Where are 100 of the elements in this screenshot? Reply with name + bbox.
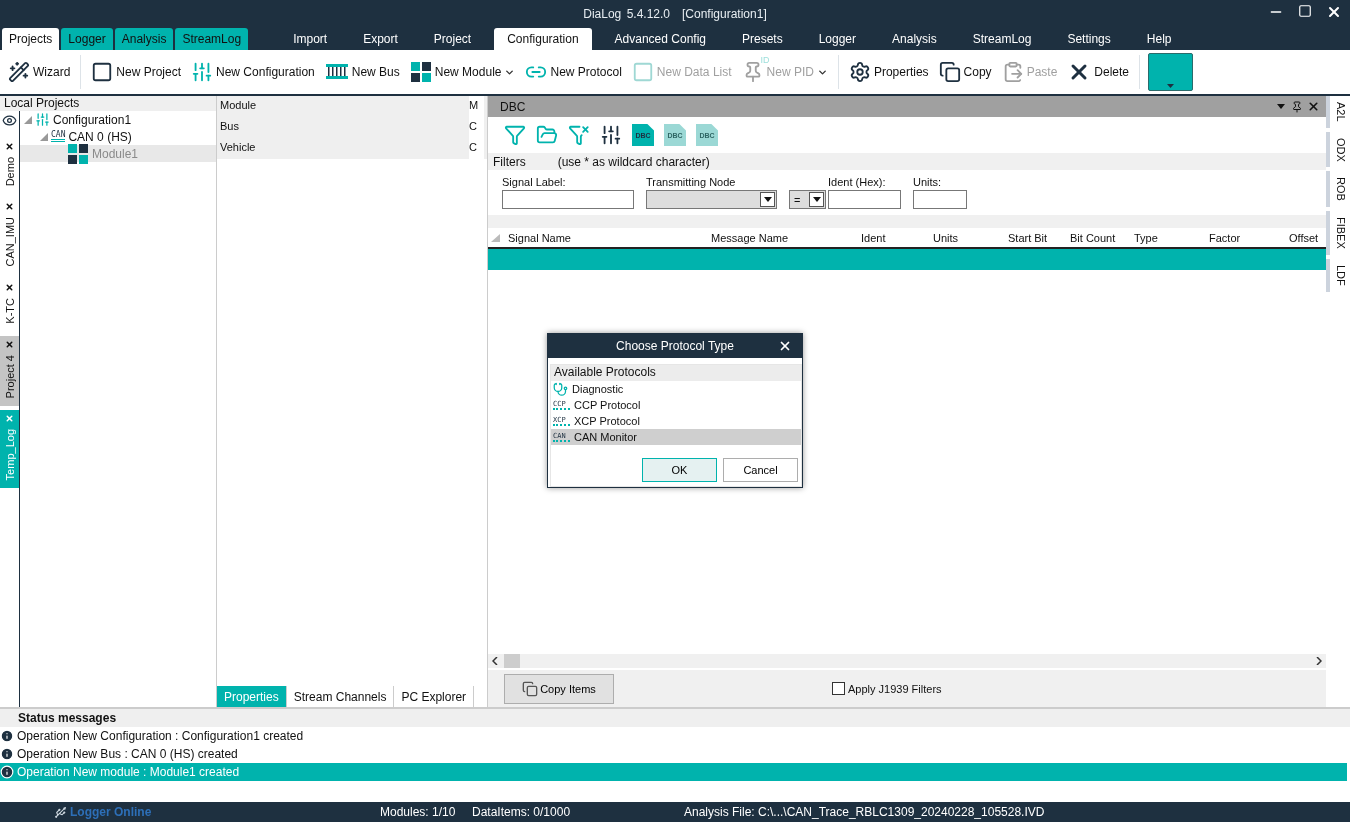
scroll-thumb[interactable]	[504, 654, 520, 668]
close-icon[interactable]	[1307, 100, 1320, 113]
usb-icon	[54, 805, 67, 819]
menu-tab[interactable]: Help	[1133, 28, 1185, 50]
dialog-button[interactable]: Cancel	[723, 458, 798, 482]
status-message[interactable]: Operation New Configuration : Configuration1 created	[0, 727, 1347, 745]
maximize-icon[interactable]	[1298, 4, 1312, 18]
menu-tab[interactable]: Configuration	[494, 28, 592, 50]
tree-item[interactable]: CAN CAN 0 (HS)	[20, 128, 216, 145]
field-label: Ident (Hex):	[828, 176, 887, 188]
filters-label: Filters	[493, 154, 526, 169]
dock-tab[interactable]: ODX	[1326, 131, 1350, 168]
color-button[interactable]	[1148, 53, 1193, 91]
panel-title: Status messages	[0, 709, 1350, 727]
tool-button[interactable]	[600, 124, 622, 146]
dock-tab[interactable]: A2L	[1326, 96, 1350, 128]
data-items-count: DataItems: 0/1000	[472, 805, 572, 819]
side-tab[interactable]: StreamLog	[175, 28, 249, 50]
side-tab[interactable]: Logger	[61, 28, 113, 50]
column-header[interactable]: Type	[1134, 231, 1209, 244]
column-header[interactable]: Signal Name	[508, 231, 711, 244]
property-name: Vehicle	[219, 140, 257, 155]
pin-icon[interactable]	[1291, 100, 1303, 113]
close-icon[interactable]	[5, 142, 14, 151]
menu-tab[interactable]: StreamLog	[959, 28, 1045, 50]
workspace-tab[interactable]: Project 4	[0, 335, 19, 406]
eye-icon[interactable]	[2, 113, 17, 128]
sliders-icon	[600, 124, 622, 146]
id-label: ID	[760, 55, 770, 65]
column-header[interactable]: Factor	[1209, 231, 1289, 244]
workspace-tab[interactable]: Demo	[0, 138, 19, 195]
menu-tab[interactable]: Import	[280, 28, 341, 50]
copy-icon	[522, 680, 539, 697]
toolbar-button[interactable]: New Bus	[322, 61, 402, 83]
gears-icon	[848, 61, 871, 83]
info-icon	[0, 765, 14, 779]
toolbar-button[interactable]: Delete	[1065, 60, 1131, 84]
status-message[interactable]: Operation New Bus : CAN 0 (HS) created	[0, 745, 1347, 763]
window-title: DiaLog 5.4.12.0	[583, 7, 670, 21]
menu-tab[interactable]: Analysis	[879, 28, 950, 50]
list-header: Available Protocols	[551, 365, 801, 381]
toolbar-button[interactable]: New Module	[407, 61, 518, 83]
input-field[interactable]	[913, 190, 967, 209]
tree-item[interactable]: Configuration1	[20, 111, 216, 128]
toolbar-button[interactable]: New Protocol	[523, 61, 624, 83]
dialog-button[interactable]: OK	[642, 458, 717, 482]
input-field[interactable]	[828, 190, 901, 209]
property-name: Bus	[219, 119, 240, 134]
sliders-icon	[191, 61, 214, 83]
menu-tab[interactable]: Logger	[805, 28, 870, 50]
scroll-left-icon[interactable]	[492, 657, 498, 665]
protocol-item[interactable]: Diagnostic	[551, 381, 801, 397]
expand-arrow-icon[interactable]	[40, 132, 48, 141]
document-title: [Configuration1]	[682, 7, 767, 21]
column-header[interactable]: Start Bit	[1008, 231, 1070, 244]
copy-icon	[938, 61, 961, 83]
menu-tab[interactable]: Presets	[729, 28, 796, 50]
toolbar-button[interactable]: Properties	[846, 61, 931, 83]
dock-tab[interactable]: LDF	[1326, 259, 1350, 292]
toolbar-button[interactable]: New Project	[89, 61, 184, 83]
close-icon[interactable]	[778, 339, 792, 353]
workspace-tab[interactable]: K-TC	[0, 278, 19, 332]
modules-count: Modules: 1/10	[380, 805, 457, 819]
column-header[interactable]: Message Name	[711, 231, 861, 244]
column-header[interactable]: Bit Count	[1070, 231, 1134, 244]
side-tab[interactable]: Analysis	[114, 28, 174, 50]
dock-tab[interactable]: FIBEX	[1326, 211, 1350, 256]
column-header[interactable]: Units	[933, 231, 1008, 244]
dock-tab[interactable]: ROB	[1326, 171, 1350, 208]
input-field[interactable]	[502, 190, 634, 209]
close-icon[interactable]	[1326, 4, 1342, 20]
workspace-tab[interactable]: CAN_IMU	[0, 198, 19, 275]
caret-icon[interactable]	[1277, 104, 1285, 109]
scroll-right-icon[interactable]	[1316, 657, 1322, 665]
toolbar-button[interactable]: Wizard	[6, 61, 73, 83]
checkbox[interactable]	[832, 682, 845, 695]
close-icon[interactable]	[5, 202, 14, 212]
close-icon[interactable]	[5, 282, 14, 292]
panel-title: DBC	[500, 99, 527, 114]
close-icon[interactable]	[5, 339, 14, 349]
field-label: Units:	[913, 176, 943, 188]
expand-arrow-icon[interactable]	[24, 115, 32, 124]
property-name: Module	[219, 98, 258, 113]
dropdown-field[interactable]	[646, 190, 777, 209]
copy-items-button[interactable]: Copy Items	[504, 673, 614, 704]
menu-tab[interactable]: Advanced Config	[601, 28, 719, 50]
operator-dropdown[interactable]: =	[789, 190, 826, 209]
field-label: Transmitting Node	[646, 176, 737, 188]
side-tab[interactable]: Projects	[2, 28, 60, 50]
menu-tab[interactable]: Settings	[1054, 28, 1124, 50]
toolbar-button[interactable]: Copy	[936, 61, 994, 83]
folder-icon	[536, 124, 558, 146]
menu-tab[interactable]: Export	[350, 28, 411, 50]
toolbar-button[interactable]: New Configuration	[189, 61, 317, 83]
connection-status: Logger Online	[70, 805, 153, 819]
caret-icon	[812, 197, 821, 202]
caret-icon	[763, 197, 772, 202]
column-header[interactable]: Offset	[1289, 231, 1327, 244]
column-header[interactable]: Ident	[861, 231, 933, 244]
menu-tab[interactable]: Project	[420, 28, 485, 50]
